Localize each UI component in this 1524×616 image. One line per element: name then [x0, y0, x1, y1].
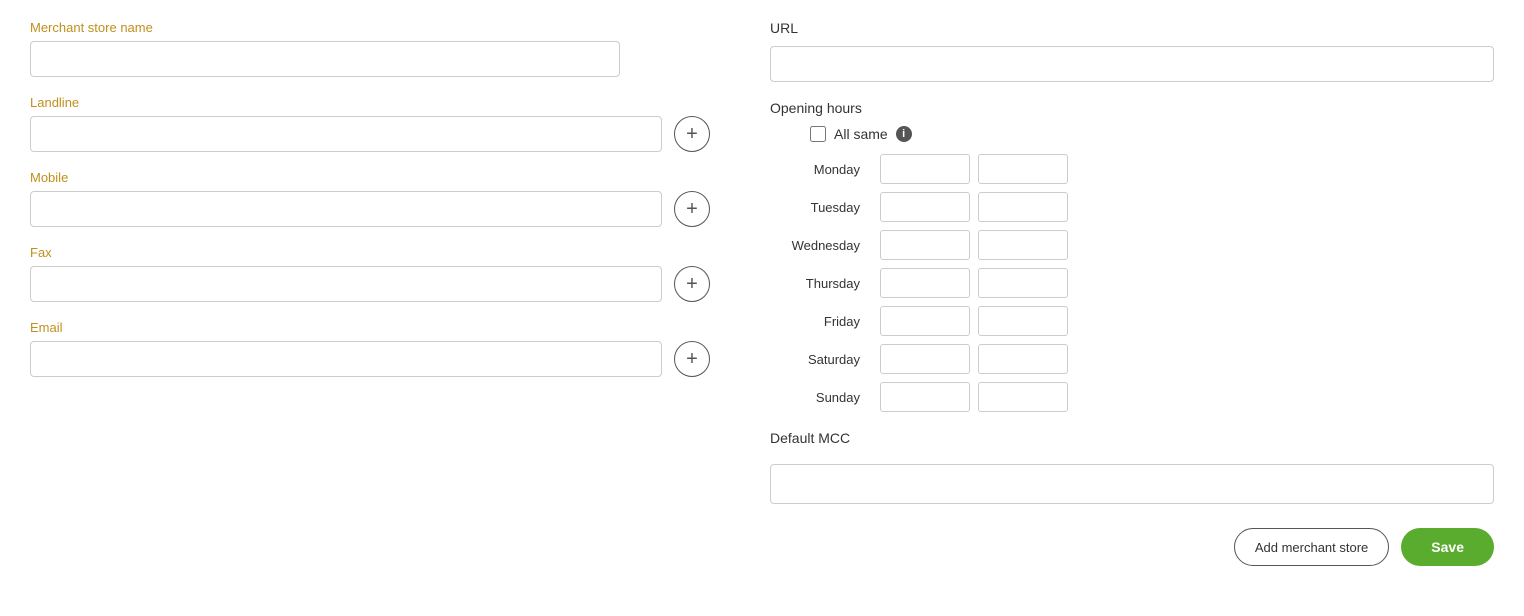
fax-row: +	[30, 266, 710, 302]
monday-open-input[interactable]	[880, 154, 970, 184]
wednesday-row: Wednesday	[770, 230, 1494, 260]
fax-label: Fax	[30, 245, 710, 260]
friday-row: Friday	[770, 306, 1494, 336]
left-column: Merchant store name Landline + Mobile +	[30, 20, 710, 566]
landline-group: Landline +	[30, 95, 710, 152]
url-label: URL	[770, 20, 1494, 36]
add-merchant-store-button[interactable]: Add merchant store	[1234, 528, 1389, 566]
friday-label: Friday	[770, 314, 880, 329]
saturday-open-input[interactable]	[880, 344, 970, 374]
thursday-close-input[interactable]	[978, 268, 1068, 298]
opening-hours-section: Opening hours All same i Monday Tuesday …	[770, 100, 1494, 412]
saturday-close-input[interactable]	[978, 344, 1068, 374]
all-same-label: All same	[834, 126, 888, 142]
sunday-close-input[interactable]	[978, 382, 1068, 412]
sunday-open-input[interactable]	[880, 382, 970, 412]
mobile-row: +	[30, 191, 710, 227]
email-add-button[interactable]: +	[674, 341, 710, 377]
saturday-row: Saturday	[770, 344, 1494, 374]
info-icon: i	[896, 126, 912, 142]
wednesday-label: Wednesday	[770, 238, 880, 253]
button-row: Add merchant store Save	[770, 528, 1494, 566]
email-input[interactable]	[30, 341, 662, 377]
thursday-label: Thursday	[770, 276, 880, 291]
sunday-row: Sunday	[770, 382, 1494, 412]
default-mcc-section: Default MCC 0000	[770, 430, 1494, 504]
merchant-store-name-input[interactable]	[30, 41, 620, 77]
fax-add-icon: +	[686, 273, 698, 296]
opening-hours-label: Opening hours	[770, 100, 1494, 116]
right-column: URL Opening hours All same i Monday Tues…	[770, 20, 1494, 566]
tuesday-label: Tuesday	[770, 200, 880, 215]
landline-label: Landline	[30, 95, 710, 110]
email-row: +	[30, 341, 710, 377]
fax-group: Fax +	[30, 245, 710, 302]
monday-close-input[interactable]	[978, 154, 1068, 184]
email-label: Email	[30, 320, 710, 335]
tuesday-row: Tuesday	[770, 192, 1494, 222]
mobile-label: Mobile	[30, 170, 710, 185]
landline-input[interactable]	[30, 116, 662, 152]
monday-row: Monday	[770, 154, 1494, 184]
main-layout: Merchant store name Landline + Mobile +	[30, 20, 1494, 566]
mobile-group: Mobile +	[30, 170, 710, 227]
wednesday-open-input[interactable]	[880, 230, 970, 260]
default-mcc-label: Default MCC	[770, 430, 1494, 446]
friday-open-input[interactable]	[880, 306, 970, 336]
wednesday-close-input[interactable]	[978, 230, 1068, 260]
email-group: Email +	[30, 320, 710, 377]
save-button[interactable]: Save	[1401, 528, 1494, 566]
url-group: URL	[770, 20, 1494, 82]
url-input[interactable]	[770, 46, 1494, 82]
friday-close-input[interactable]	[978, 306, 1068, 336]
all-same-checkbox[interactable]	[810, 126, 826, 142]
tuesday-open-input[interactable]	[880, 192, 970, 222]
sunday-label: Sunday	[770, 390, 880, 405]
thursday-row: Thursday	[770, 268, 1494, 298]
mobile-add-icon: +	[686, 198, 698, 221]
thursday-open-input[interactable]	[880, 268, 970, 298]
landline-add-button[interactable]: +	[674, 116, 710, 152]
merchant-store-name-group: Merchant store name	[30, 20, 710, 77]
saturday-label: Saturday	[770, 352, 880, 367]
mobile-input[interactable]	[30, 191, 662, 227]
fax-input[interactable]	[30, 266, 662, 302]
landline-row: +	[30, 116, 710, 152]
mobile-add-button[interactable]: +	[674, 191, 710, 227]
tuesday-close-input[interactable]	[978, 192, 1068, 222]
fax-add-button[interactable]: +	[674, 266, 710, 302]
merchant-store-name-label: Merchant store name	[30, 20, 710, 35]
all-same-row: All same i	[810, 126, 1494, 142]
default-mcc-input[interactable]: 0000	[770, 464, 1494, 504]
email-add-icon: +	[686, 348, 698, 371]
landline-add-icon: +	[686, 123, 698, 146]
monday-label: Monday	[770, 162, 880, 177]
